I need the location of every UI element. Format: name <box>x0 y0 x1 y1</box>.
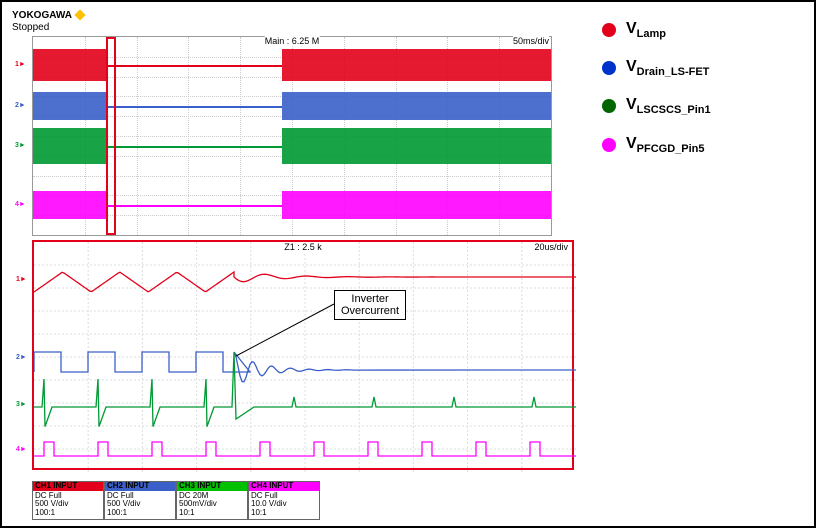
acquisition-status: Stopped <box>12 22 49 33</box>
legend-dot-icon <box>602 61 616 75</box>
annotation-line1: Inverter <box>341 293 399 305</box>
brand-text: YOKOGAWA <box>12 10 72 21</box>
channel-info-body: DC Full500 V/div100:1 <box>105 491 175 519</box>
zoom-timebase-label: 20us/div <box>534 242 568 252</box>
overcurrent-annotation: Inverter Overcurrent <box>334 290 406 320</box>
legend-dot-icon <box>602 138 616 152</box>
channel-info: CH3 INPUTDC 20M500mV/div10:1 <box>176 481 248 520</box>
oscilloscope-area: YOKOGAWA Stopped Main : 6.25 M 50ms/div … <box>12 10 582 520</box>
legend-item: VLSCSCS_Pin1 <box>602 96 802 116</box>
annotation-line2: Overcurrent <box>341 305 399 317</box>
zoom-selection[interactable] <box>106 37 116 235</box>
brand-diamond-icon <box>75 10 86 21</box>
channel-info-body: DC 20M500mV/div10:1 <box>177 491 247 519</box>
channel-info-header: CH3 INPUT <box>177 482 247 491</box>
brand-label: YOKOGAWA <box>12 10 84 21</box>
channel-info: CH1 INPUTDC Full500 V/div100:1 <box>32 481 104 520</box>
channel-info-header: CH4 INPUT <box>249 482 319 491</box>
legend-label: VDrain_LS-FET <box>626 58 709 78</box>
legend-item: VPFCGD_Pin5 <box>602 135 802 155</box>
legend-dot-icon <box>602 99 616 113</box>
zoom-plot: Z1 : 2.5 k 20us/div Inverter Overcurrent… <box>32 240 574 470</box>
zoom-record-label: Z1 : 2.5 k <box>284 242 322 252</box>
zoom-waveforms <box>34 242 576 472</box>
channel-info: CH4 INPUTDC Full10.0 V/div10:1 <box>248 481 320 520</box>
channel-info-body: DC Full500 V/div100:1 <box>33 491 103 519</box>
legend-label: VPFCGD_Pin5 <box>626 135 705 155</box>
main-plot: Main : 6.25 M 50ms/div 1►2►3►4► <box>32 36 552 236</box>
channel-info: CH2 INPUTDC Full500 V/div100:1 <box>104 481 176 520</box>
channel-info-body: DC Full10.0 V/div10:1 <box>249 491 319 519</box>
legend-label: VLSCSCS_Pin1 <box>626 96 711 116</box>
legend-item: VLamp <box>602 20 802 40</box>
channel-info-header: CH2 INPUT <box>105 482 175 491</box>
legend-dot-icon <box>602 23 616 37</box>
channel-info-row: CH1 INPUTDC Full500 V/div100:1CH2 INPUTD… <box>32 481 320 520</box>
main-record-label: Main : 6.25 M <box>265 36 320 46</box>
main-timebase-label: 50ms/div <box>513 36 549 46</box>
channel-info-header: CH1 INPUT <box>33 482 103 491</box>
legend-item: VDrain_LS-FET <box>602 58 802 78</box>
legend: VLamp VDrain_LS-FET VLSCSCS_Pin1 VPFCGD_Pin… <box>602 20 802 173</box>
legend-label: VLamp <box>626 20 666 40</box>
